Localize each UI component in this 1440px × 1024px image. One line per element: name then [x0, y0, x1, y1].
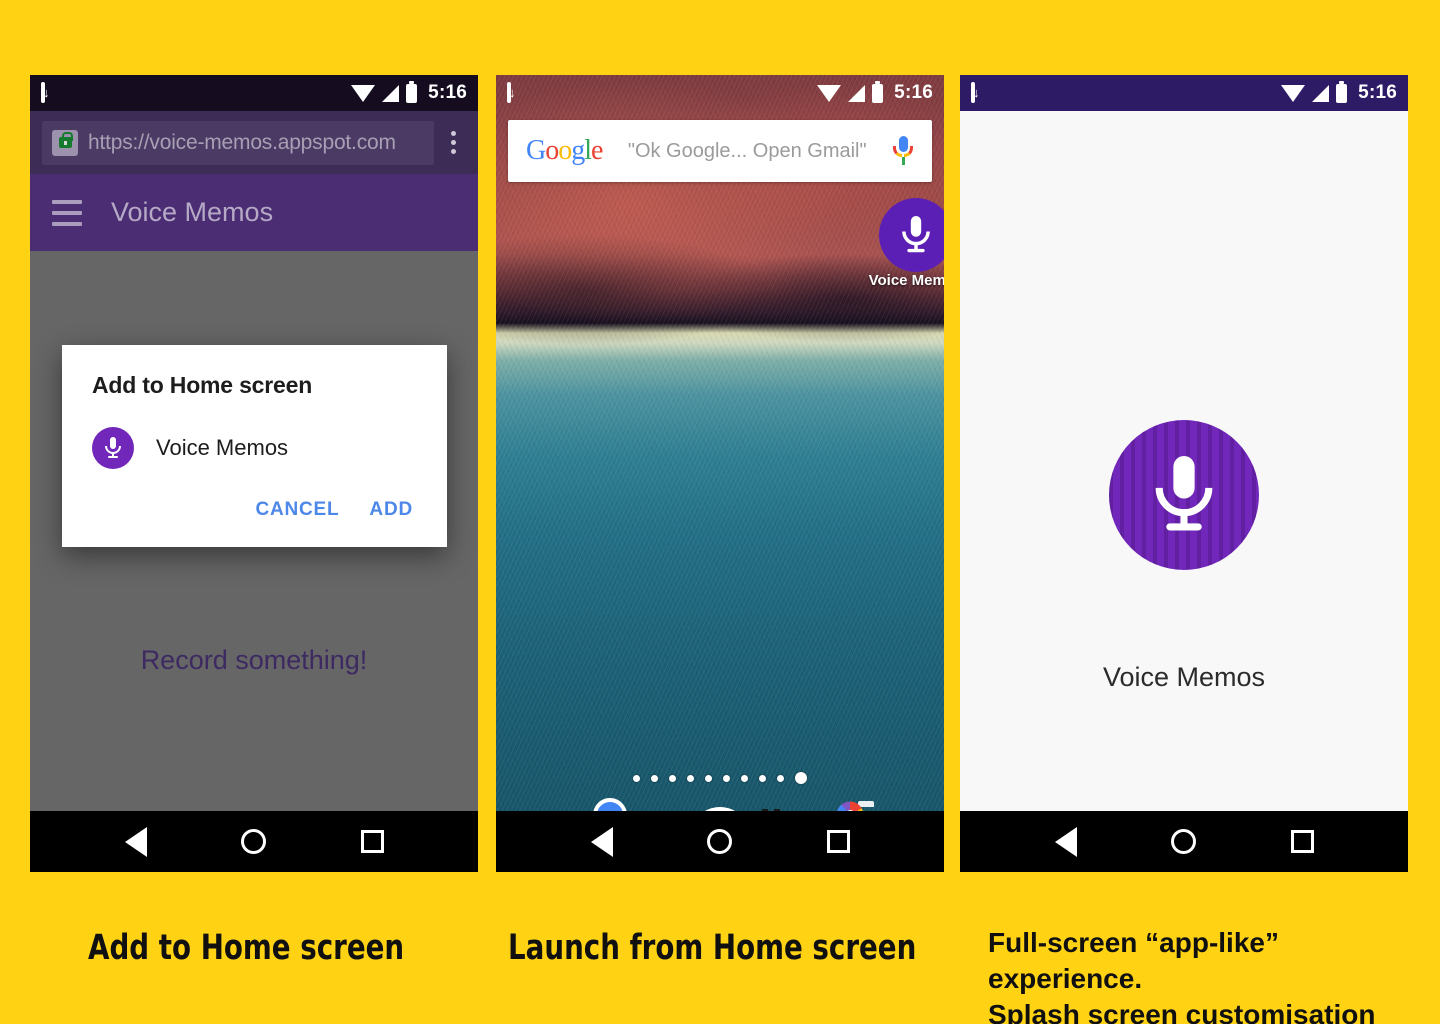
status-bar-left: [41, 82, 45, 103]
caption-launch-from-home-screen: Launch from Home screen: [508, 928, 917, 968]
shortcut-label: Voice Memos: [868, 272, 944, 289]
browser-url-bar: https://voice-memos.appspot.com: [30, 111, 478, 174]
home-icon[interactable]: [241, 829, 266, 854]
caption-add-to-home-screen: Add to Home screen: [88, 928, 405, 968]
poster-canvas: 5:16 https://voice-memos.appspot.com Voi…: [0, 0, 1440, 1024]
splash-app-name: Voice Memos: [1102, 662, 1266, 692]
status-bar: 5:16: [496, 75, 944, 111]
url-input[interactable]: https://voice-memos.appspot.com: [42, 120, 434, 165]
recents-icon[interactable]: [1290, 830, 1314, 853]
status-bar-right: 5:16: [1281, 80, 1397, 104]
caption-line-2: Splash screen customisation: [988, 998, 1376, 1024]
caption-line-1: Full-screen “app-like” experience.: [988, 927, 1279, 994]
page-dot[interactable]: [669, 774, 676, 782]
navigation-bar: [30, 811, 478, 872]
battery-icon: [406, 80, 418, 103]
clock: 5:16: [428, 82, 467, 103]
clock: 5:16: [1358, 82, 1397, 103]
navigation-bar: [496, 811, 944, 872]
page-dot[interactable]: [723, 774, 730, 782]
recents-icon[interactable]: [826, 830, 850, 853]
add-to-home-screen-dialog: Add to Home screen Voice Memos CANCEL AD…: [62, 345, 447, 547]
phone-1-add-to-home-screen: 5:16 https://voice-memos.appspot.com Voi…: [30, 75, 478, 872]
app-bar-title: Voice Memos: [111, 197, 274, 227]
dialog-body: Voice Memos: [62, 399, 447, 469]
microphone-icon: [879, 198, 944, 272]
wifi-icon: [1281, 84, 1306, 102]
page-dot[interactable]: [777, 774, 784, 782]
search-hint: "Ok Google... Open Gmail": [627, 139, 867, 162]
wifi-icon: [351, 84, 376, 102]
battery-icon: [1336, 80, 1348, 103]
status-bar-left: [971, 82, 975, 103]
cell-signal-icon: [382, 84, 400, 102]
cell-signal-icon: [848, 84, 866, 102]
microphone-icon: [92, 427, 134, 469]
cancel-button[interactable]: CANCEL: [255, 499, 339, 521]
shortcut-name-field[interactable]: Voice Memos: [156, 435, 417, 461]
status-bar-right: 5:16: [817, 80, 933, 104]
back-icon[interactable]: [590, 826, 613, 857]
back-icon[interactable]: [1054, 826, 1077, 857]
google-logo: Google: [526, 135, 603, 166]
page-dot[interactable]: [741, 774, 748, 782]
app-bar: Voice Memos: [30, 174, 478, 251]
dialog-actions: CANCEL ADD: [62, 469, 447, 547]
google-search-widget[interactable]: Google "Ok Google... Open Gmail": [508, 120, 932, 182]
dialog-title: Add to Home screen: [92, 372, 313, 398]
shortcut-name-value: Voice Memos: [156, 435, 289, 460]
home-icon[interactable]: [1171, 829, 1196, 854]
wifi-icon: [817, 84, 842, 102]
empty-state-text: Record something!: [140, 645, 368, 675]
download-icon: [971, 82, 975, 103]
recents-icon[interactable]: [360, 830, 384, 853]
back-icon[interactable]: [124, 826, 147, 857]
add-button[interactable]: ADD: [369, 499, 413, 521]
url-text: https://voice-memos.appspot.com: [88, 130, 396, 154]
google-voice-mic-icon[interactable]: [892, 134, 914, 168]
splash-content: Voice Memos: [960, 111, 1408, 811]
status-bar: 5:16: [30, 75, 478, 111]
download-icon: [507, 82, 511, 103]
phone-2-home-screen: 5:16 Google "Ok Google... Open Gmail" Vo…: [496, 75, 944, 872]
status-bar-left: [507, 82, 511, 103]
cell-signal-icon: [1312, 84, 1330, 102]
microphone-icon: [1109, 420, 1259, 570]
navigation-bar: [960, 811, 1408, 872]
page-dot[interactable]: [687, 774, 694, 782]
home-shortcut-voice-memos[interactable]: Voice Memos: [852, 198, 944, 290]
page-dot[interactable]: [651, 774, 658, 782]
page-dot[interactable]: [633, 774, 640, 782]
page-dot[interactable]: [795, 772, 807, 784]
clock: 5:16: [894, 82, 933, 103]
download-icon: [41, 82, 45, 103]
phone-3-splash-screen: 5:16 Voice Memos: [960, 75, 1408, 872]
page-indicator[interactable]: [496, 772, 944, 784]
wallpaper-texture: [496, 75, 944, 872]
caption-full-screen-experience: Full-screen “app-like” experience. Splas…: [988, 925, 1440, 1024]
page-dot[interactable]: [705, 774, 712, 782]
status-bar-right: 5:16: [351, 80, 467, 104]
page-dot[interactable]: [759, 774, 766, 782]
secure-lock-icon: [52, 129, 78, 156]
hamburger-menu-icon[interactable]: [52, 199, 82, 226]
status-bar: 5:16: [960, 75, 1408, 111]
overflow-menu-icon[interactable]: [440, 131, 466, 154]
battery-icon: [872, 80, 884, 103]
home-icon[interactable]: [707, 829, 732, 854]
